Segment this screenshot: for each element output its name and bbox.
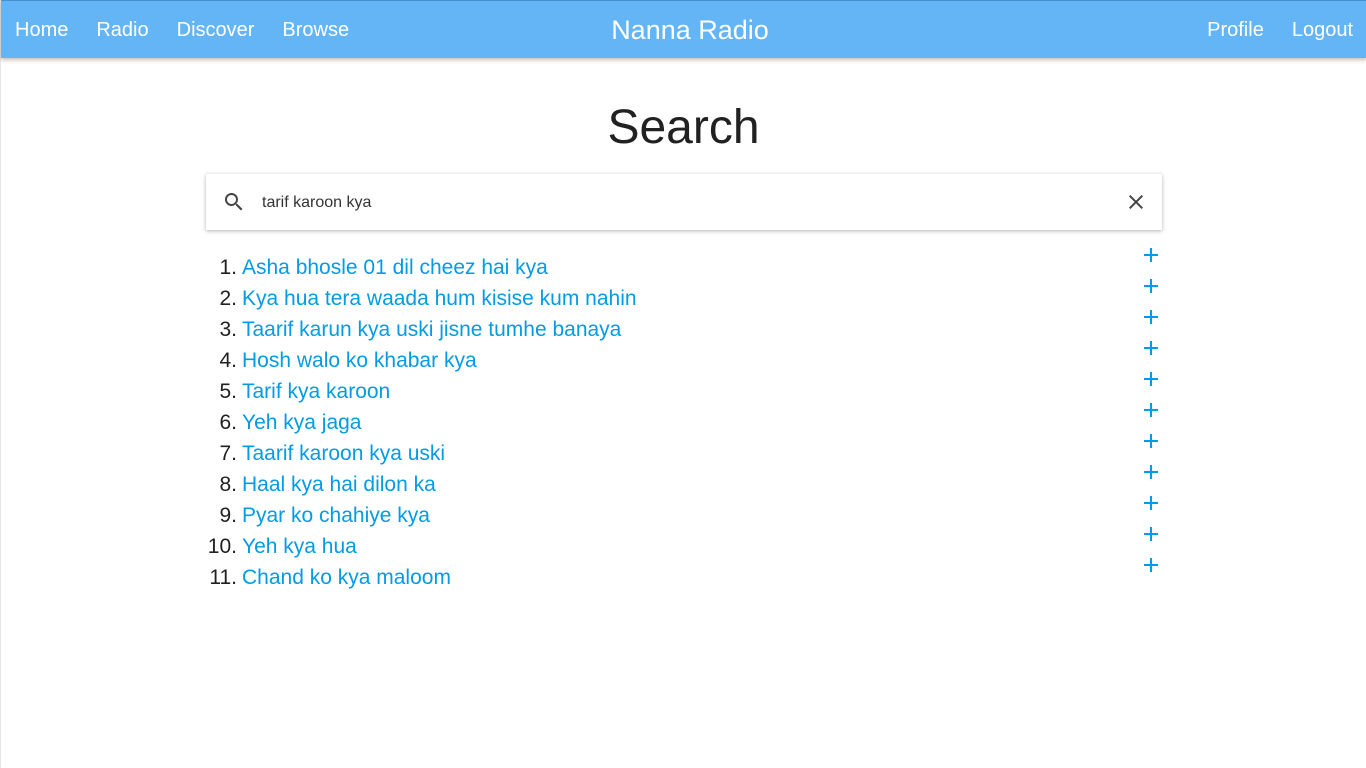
list-item: 1. Asha bhosle 01 dil cheez hai kya xyxy=(206,248,1162,283)
result-number: 8. xyxy=(219,472,237,496)
top-navbar: Home Radio Discover Browse Nanna Radio P… xyxy=(1,0,1366,58)
add-icon[interactable] xyxy=(1142,339,1160,357)
nav-profile-link[interactable]: Profile xyxy=(1207,19,1264,42)
song-link[interactable]: Yeh kya hua xyxy=(242,535,357,559)
add-icon[interactable] xyxy=(1142,308,1160,326)
result-number: 9. xyxy=(219,503,237,527)
nav-radio-link[interactable]: Radio xyxy=(96,19,148,42)
result-number: 6. xyxy=(219,410,237,434)
song-link[interactable]: Taarif karoon kya uski xyxy=(242,442,445,466)
result-number: 3. xyxy=(219,317,237,341)
result-number: 11. xyxy=(209,565,237,589)
search-box xyxy=(206,174,1162,230)
song-link[interactable]: Tarif kya karoon xyxy=(242,380,390,404)
add-icon[interactable] xyxy=(1142,556,1160,574)
nav-browse-link[interactable]: Browse xyxy=(282,19,349,42)
list-item: 9. Pyar ko chahiye kya xyxy=(206,496,1162,531)
song-link[interactable]: Haal kya hai dilon ka xyxy=(242,473,436,497)
list-item: 6. Yeh kya jaga xyxy=(206,403,1162,438)
list-item: 10. Yeh kya hua xyxy=(206,527,1162,562)
list-item: 8. Haal kya hai dilon ka xyxy=(206,465,1162,500)
add-icon[interactable] xyxy=(1142,463,1160,481)
song-link[interactable]: Chand ko kya maloom xyxy=(242,566,451,590)
song-link[interactable]: Yeh kya jaga xyxy=(242,411,362,435)
list-item: 3. Taarif karun kya uski jisne tumhe bana… xyxy=(206,310,1162,345)
list-item: 4. Hosh walo ko khabar kya xyxy=(206,341,1162,376)
result-number: 10. xyxy=(207,534,237,558)
list-item: 7. Taarif karoon kya uski xyxy=(206,434,1162,469)
add-icon[interactable] xyxy=(1142,370,1160,388)
add-icon[interactable] xyxy=(1142,277,1160,295)
list-item: 5. Tarif kya karoon xyxy=(206,372,1162,407)
result-number: 5. xyxy=(219,379,237,403)
song-link[interactable]: Hosh walo ko khabar kya xyxy=(242,349,477,373)
nav-left-group: Home Radio Discover Browse xyxy=(15,1,349,59)
song-link[interactable]: Taarif karun kya uski jisne tumhe banaya xyxy=(242,318,621,342)
result-number: 4. xyxy=(219,348,237,372)
song-link[interactable]: Pyar ko chahiye kya xyxy=(242,504,430,528)
add-icon[interactable] xyxy=(1142,246,1160,264)
add-icon[interactable] xyxy=(1142,401,1160,419)
nav-home-link[interactable]: Home xyxy=(15,19,68,42)
search-icon xyxy=(225,193,243,211)
song-link[interactable]: Asha bhosle 01 dil cheez hai kya xyxy=(242,256,548,280)
nav-right-group: Profile Logout xyxy=(1207,1,1353,59)
song-link[interactable]: Kya hua tera waada hum kisise kum nahin xyxy=(242,287,637,311)
result-number: 2. xyxy=(219,286,237,310)
list-item: 11. Chand ko kya maloom xyxy=(206,558,1162,593)
search-input[interactable] xyxy=(260,184,1104,222)
brand-title[interactable]: Nanna Radio xyxy=(611,15,769,46)
result-number: 1. xyxy=(219,255,237,279)
add-icon[interactable] xyxy=(1142,432,1160,450)
add-icon[interactable] xyxy=(1142,525,1160,543)
result-number: 7. xyxy=(219,441,237,465)
list-item: 2. Kya hua tera waada hum kisise kum nahi… xyxy=(206,279,1162,314)
add-icon[interactable] xyxy=(1142,494,1160,512)
close-icon[interactable] xyxy=(1124,190,1148,214)
nav-logout-link[interactable]: Logout xyxy=(1292,19,1353,42)
nav-discover-link[interactable]: Discover xyxy=(177,19,255,42)
search-results-list: 1. Asha bhosle 01 dil cheez hai kya 2. Kya … xyxy=(206,248,1162,593)
page-title: Search xyxy=(607,101,760,154)
